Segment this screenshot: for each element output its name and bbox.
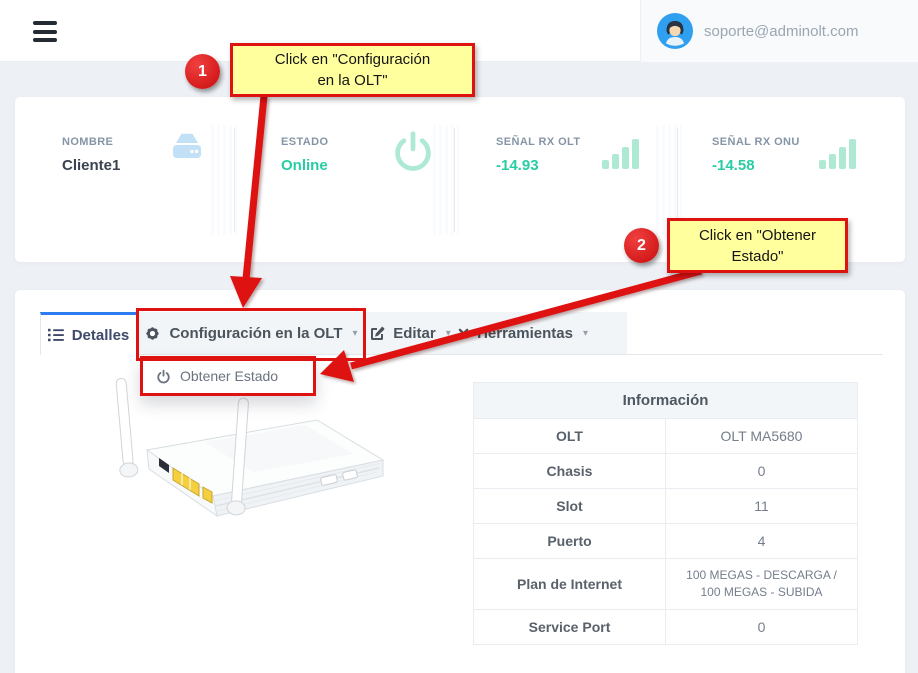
step-1-callout: Click en "Configuración en la OLT" <box>230 43 475 97</box>
chevron-down-icon: ▾ <box>353 328 358 339</box>
stat-divider <box>454 128 455 232</box>
menu-item-obtener-estado[interactable]: Obtener Estado <box>140 356 316 396</box>
list-icon <box>48 328 64 342</box>
step-2-number: 2 <box>637 237 646 255</box>
stat-rx-onu-label: SEÑAL RX ONU <box>712 136 800 148</box>
row-chasis-label: Chasis <box>474 454 666 489</box>
stat-rx-onu: SEÑAL RX ONU -14.58 <box>712 136 800 174</box>
step-1-number: 1 <box>198 63 207 81</box>
table-row: OLT OLT MA5680 <box>474 419 858 454</box>
step-1-text-line2: en la OLT" <box>317 70 387 91</box>
signal-bars-icon <box>818 135 858 169</box>
pencil-square-icon <box>369 326 385 342</box>
onu-device-image <box>85 372 385 564</box>
power-icon <box>156 369 171 384</box>
hamburger-menu-icon[interactable] <box>33 21 57 42</box>
step-2-text-line2: Estado" <box>731 246 783 267</box>
table-row: Puerto 4 <box>474 524 858 559</box>
tab-configuracion-label: Configuración en la OLT <box>169 325 342 342</box>
step-1-text-line1: Click en "Configuración <box>275 49 430 70</box>
tab-detalles[interactable]: Detalles <box>40 312 137 355</box>
row-serviceport-value: 0 <box>666 610 858 645</box>
stat-nombre-label: NOMBRE <box>62 136 120 148</box>
menu-item-obtener-estado-label: Obtener Estado <box>180 368 278 384</box>
power-icon <box>392 129 434 173</box>
server-icon <box>168 131 206 161</box>
stat-rx-onu-value: -14.58 <box>712 157 800 174</box>
chevron-down-icon: ▾ <box>583 328 588 339</box>
gear-icon <box>144 325 161 342</box>
stat-rx-olt-value: -14.93 <box>496 157 580 174</box>
row-serviceport-label: Service Port <box>474 610 666 645</box>
table-row: Service Port 0 <box>474 610 858 645</box>
chevron-down-icon: ▾ <box>446 328 451 339</box>
stat-divider <box>677 128 678 232</box>
wrench-icon <box>458 326 469 341</box>
table-row: Slot 11 <box>474 489 858 524</box>
tab-configuracion-olt[interactable]: Configuración en la OLT ▾ <box>139 312 363 355</box>
row-plan-value: 100 MEGAS - DESCARGA / 100 MEGAS - SUBID… <box>666 559 858 610</box>
app-window: soporte@adminolt.com NOMBRE Cliente1 EST… <box>0 0 918 673</box>
tab-editar-label: Editar <box>393 325 436 342</box>
decorative-bars <box>433 125 459 235</box>
stat-nombre-value: Cliente1 <box>62 157 120 174</box>
informacion-table-title: Información <box>474 383 858 419</box>
step-2-badge: 2 <box>624 228 659 263</box>
avatar <box>657 13 693 49</box>
stat-nombre: NOMBRE Cliente1 <box>62 136 120 174</box>
table-row: Chasis 0 <box>474 454 858 489</box>
row-puerto-value: 4 <box>666 524 858 559</box>
signal-bars-icon <box>601 135 641 169</box>
tab-herramientas-label: Herramientas <box>477 325 573 342</box>
stat-rx-olt: SEÑAL RX OLT -14.93 <box>496 136 580 174</box>
user-email: soporte@adminolt.com <box>704 23 858 40</box>
row-olt-value: OLT MA5680 <box>666 419 858 454</box>
row-puerto-label: Puerto <box>474 524 666 559</box>
row-plan-label: Plan de Internet <box>474 559 666 610</box>
stat-estado-label: ESTADO <box>281 136 328 148</box>
stat-estado: ESTADO Online <box>281 136 328 174</box>
row-slot-label: Slot <box>474 489 666 524</box>
step-1-badge: 1 <box>185 54 220 89</box>
user-account-menu[interactable]: soporte@adminolt.com <box>640 0 918 62</box>
step-2-text-line1: Click en "Obtener <box>699 225 816 246</box>
tab-herramientas[interactable]: Herramientas ▾ <box>458 312 588 355</box>
tab-detalles-label: Detalles <box>72 327 130 344</box>
row-slot-value: 11 <box>666 489 858 524</box>
stat-estado-value: Online <box>281 157 328 174</box>
informacion-table: Información OLT OLT MA5680 Chasis 0 Slot… <box>473 382 858 645</box>
stat-divider <box>234 128 235 232</box>
row-olt-label: OLT <box>474 419 666 454</box>
step-2-callout: Click en "Obtener Estado" <box>667 218 848 273</box>
row-chasis-value: 0 <box>666 454 858 489</box>
tab-editar[interactable]: Editar ▾ <box>366 312 454 355</box>
stat-rx-olt-label: SEÑAL RX OLT <box>496 136 580 148</box>
table-row: Plan de Internet 100 MEGAS - DESCARGA / … <box>474 559 858 610</box>
